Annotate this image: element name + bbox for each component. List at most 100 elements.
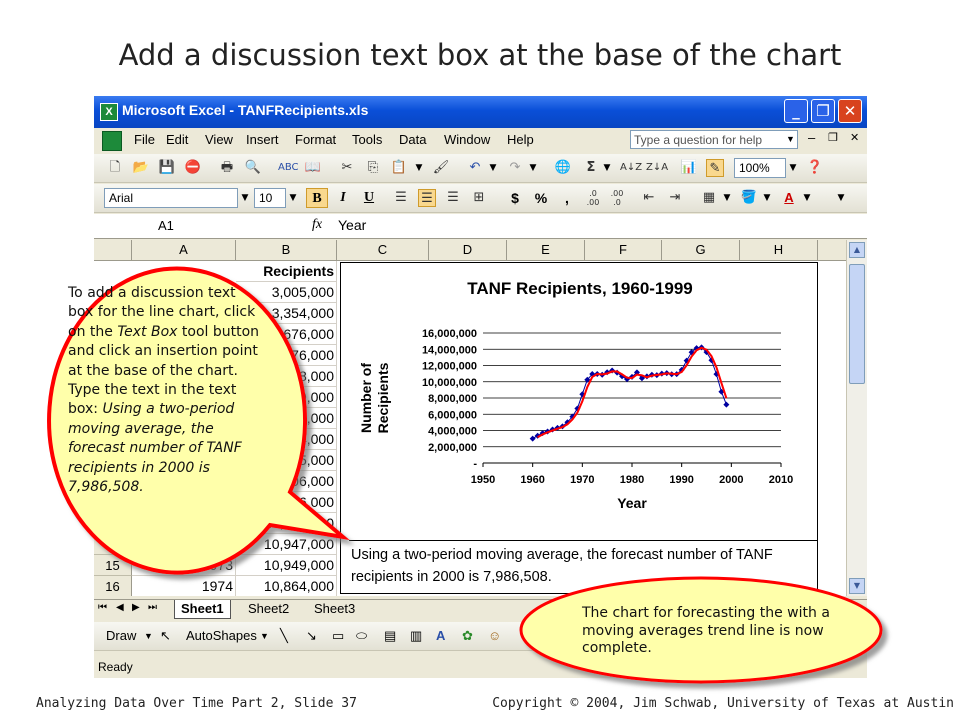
font-color-icon[interactable]: A [780,189,798,207]
cell-b1[interactable]: Recipients [236,261,337,282]
zoom-dropdown-icon[interactable]: ▼ [786,158,800,178]
new-icon[interactable]: 🗋 [106,159,124,177]
font-size-dropdown-icon[interactable]: ▼ [286,188,300,208]
cut-icon[interactable]: ✂ [338,159,356,177]
drawing-icon[interactable]: ✎ [706,159,724,177]
column-header-a[interactable]: A [132,240,236,260]
align-left-icon[interactable]: ☰ [392,189,410,207]
scroll-up-icon[interactable]: ▲ [849,242,865,258]
menu-window[interactable]: Window [444,132,490,147]
scroll-down-icon[interactable]: ▼ [849,578,865,594]
next-sheet-icon[interactable]: ▶ [132,602,140,613]
paste-icon[interactable]: 📋 [390,159,408,177]
vertical-scrollbar[interactable]: ▲ ▼ [846,240,867,596]
decrease-decimal-icon[interactable]: .00 .0 [608,189,626,207]
cell-recipients[interactable]: 10,864,000 [236,576,337,596]
sort-ascending-icon[interactable]: A↓Z [620,159,642,177]
tab-sheet3[interactable]: Sheet3 [308,600,361,618]
tab-sheet1[interactable]: Sheet1 [174,600,231,619]
select-objects-icon[interactable]: ↖ [160,628,171,644]
undo-dropdown-icon[interactable]: ▼ [486,158,500,178]
currency-button[interactable]: $ [504,188,526,208]
arrow-icon[interactable]: ↘ [306,628,317,644]
decrease-indent-icon[interactable]: ⇤ [640,189,658,207]
row-header[interactable]: 15 [94,555,132,576]
draw-menu[interactable]: Draw [106,628,136,643]
doc-minimize-icon[interactable]: – [808,130,815,145]
chart-wizard-icon[interactable]: 📊 [680,159,698,177]
fill-color-icon[interactable]: 🪣 [740,189,758,207]
line-icon[interactable]: ╲ [280,628,288,644]
print-icon[interactable]: 🖶 [218,159,236,177]
help-question-input[interactable]: Type a question for help [630,130,798,149]
menu-data[interactable]: Data [399,132,426,147]
clip-art-icon[interactable]: ☺ [488,628,501,643]
font-name-dropdown-icon[interactable]: ▼ [238,188,252,208]
increase-decimal-icon[interactable]: .0 .00 [584,189,602,207]
spelling-icon[interactable]: ABC [278,159,299,177]
vertical-text-box-icon[interactable]: ▥ [410,628,422,644]
column-header-f[interactable]: F [585,240,662,260]
column-header-d[interactable]: D [429,240,507,260]
comma-style-button[interactable]: , [556,188,578,208]
wordart-icon[interactable]: A [436,628,445,643]
font-color-dropdown-icon[interactable]: ▼ [800,188,814,208]
cell-recipients[interactable]: 10,947,000 [236,534,337,555]
menu-file[interactable]: File [134,132,155,147]
sort-descending-icon[interactable]: Z↓A [646,159,668,177]
autoshapes-dropdown-icon[interactable]: ▼ [260,631,269,641]
copy-icon[interactable]: ⎘ [364,159,382,177]
embedded-chart[interactable]: TANF Recipients, 1960-1999 -2,000,000 4,0… [340,262,818,594]
doc-restore-icon[interactable]: ❐ [828,131,838,144]
formula-input[interactable]: Year [338,217,366,233]
first-sheet-icon[interactable]: ⏮ [98,602,107,613]
row-header[interactable]: 16 [94,576,132,596]
zoom-select[interactable]: 100% [734,158,786,178]
minimize-button[interactable]: _ [784,99,808,123]
font-name-select[interactable]: Arial [104,188,238,208]
row-header[interactable]: 14 [94,534,132,555]
percent-button[interactable]: % [530,188,552,208]
cell-year[interactable]: 1974 [132,576,236,596]
discussion-text-box[interactable]: Using a two-period moving average, the f… [349,540,817,590]
window-titlebar[interactable]: X Microsoft Excel - TANFRecipients.xls _… [94,96,867,128]
cell-recipients[interactable]: 10,949,000 [236,555,337,576]
toolbar-options-icon[interactable]: ▼ [834,188,848,208]
increase-indent-icon[interactable]: ⇥ [666,189,684,207]
menu-tools[interactable]: Tools [352,132,382,147]
doc-close-icon[interactable]: ✕ [850,131,859,144]
cell-year[interactable]: 1973 [132,555,236,576]
insert-function-icon[interactable]: fx [312,217,322,233]
save-icon[interactable]: 💾 [158,159,176,177]
autosum-dropdown-icon[interactable]: ▼ [600,158,614,178]
undo-icon[interactable]: ↶ [466,159,484,177]
align-center-icon[interactable]: ☰ [418,189,436,207]
menu-format[interactable]: Format [295,132,336,147]
borders-dropdown-icon[interactable]: ▼ [720,188,734,208]
cell-b13[interactable]: 10,241,000 [236,513,337,534]
format-painter-icon[interactable]: 🖌 [432,159,450,177]
text-box-icon[interactable]: ▤ [384,628,396,644]
font-size-select[interactable]: 10 [254,188,286,208]
align-right-icon[interactable]: ☰ [444,189,462,207]
column-header-h[interactable]: H [740,240,818,260]
redo-dropdown-icon[interactable]: ▼ [526,158,540,178]
chevron-down-icon[interactable]: ▼ [783,130,798,149]
fill-color-dropdown-icon[interactable]: ▼ [760,188,774,208]
draw-dropdown-icon[interactable]: ▼ [144,631,153,641]
italic-button[interactable]: I [332,188,354,208]
permission-icon[interactable]: ⛔ [184,159,202,177]
help-icon[interactable]: ❓ [806,159,824,177]
column-header-c[interactable]: C [337,240,429,260]
menu-view[interactable]: View [205,132,233,147]
column-header-e[interactable]: E [507,240,585,260]
print-preview-icon[interactable]: 🔍 [244,159,262,177]
tab-sheet2[interactable]: Sheet2 [242,600,295,618]
open-folder-icon[interactable]: 📂 [132,159,150,177]
column-header-b[interactable]: B [236,240,337,260]
paste-dropdown-icon[interactable]: ▼ [412,158,426,178]
oval-icon[interactable]: ⬭ [356,628,367,644]
underline-button[interactable]: U [358,188,380,208]
last-sheet-icon[interactable]: ⏭ [148,602,157,613]
menu-insert[interactable]: Insert [246,132,279,147]
